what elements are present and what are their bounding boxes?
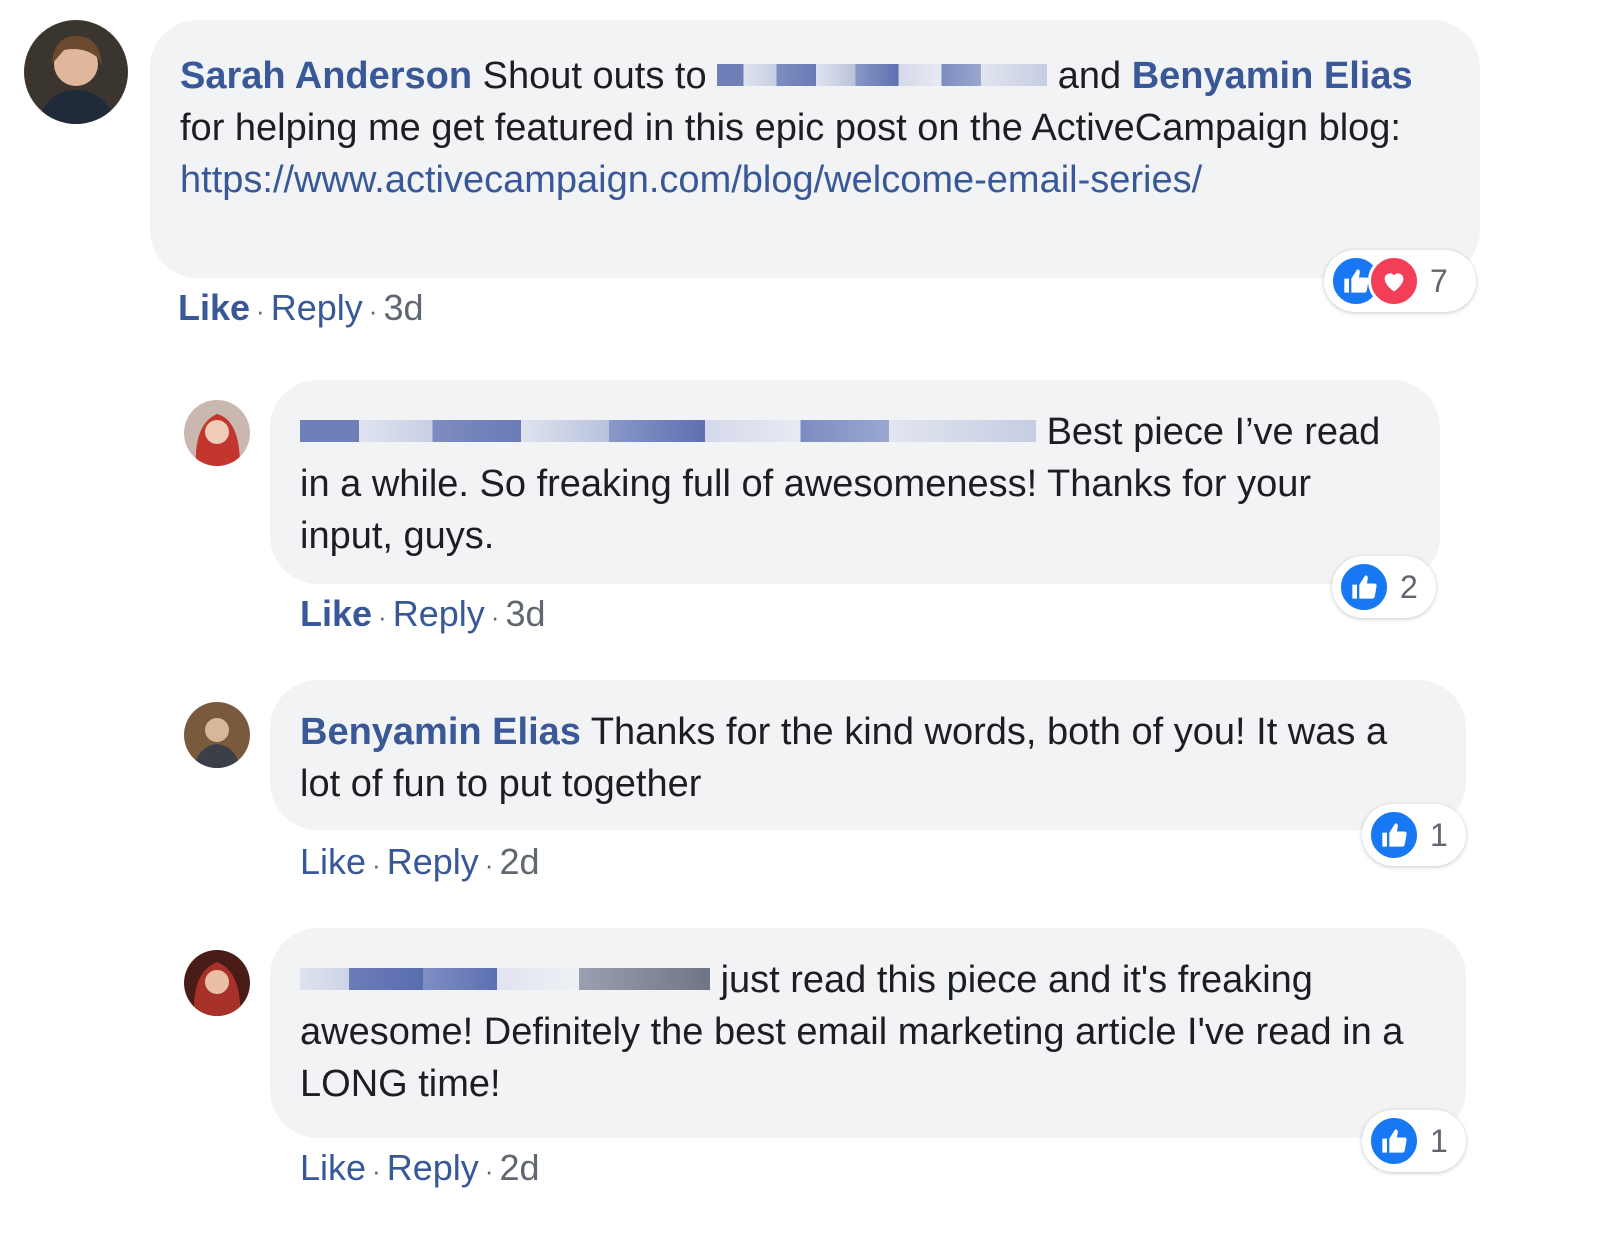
comment-author[interactable]: Sarah Anderson	[180, 55, 472, 97]
timestamp[interactable]: 2d	[499, 841, 539, 882]
comment-bubble: Sarah Anderson Shout outs to and Benyami…	[150, 20, 1480, 278]
mention-link[interactable]: Benyamin Elias	[1132, 55, 1413, 97]
reaction-count: 7	[1430, 262, 1448, 299]
comment-text: Shout outs to	[482, 55, 707, 97]
timestamp[interactable]: 3d	[383, 287, 423, 328]
comment-actions: Like · Reply · 2d	[300, 1147, 540, 1188]
reaction-count: 1	[1430, 816, 1448, 853]
love-icon	[1368, 255, 1420, 307]
reply-button[interactable]: Reply	[271, 287, 363, 328]
reactions-summary[interactable]: 7	[1324, 250, 1476, 312]
timestamp[interactable]: 2d	[499, 1147, 539, 1188]
timestamp[interactable]: 3d	[505, 593, 545, 634]
comment-bubble: just read this piece and it's freaking a…	[270, 928, 1466, 1138]
like-icon	[1368, 809, 1420, 861]
redacted-name	[717, 63, 1048, 86]
avatar[interactable]	[184, 702, 250, 768]
comment-actions: Like · Reply · 2d	[300, 841, 540, 882]
comment-actions: Like · Reply · 3d	[178, 287, 424, 328]
reply-button[interactable]: Reply	[387, 841, 479, 882]
reactions-summary[interactable]: 2	[1332, 556, 1436, 618]
like-button[interactable]: Like	[178, 287, 250, 328]
reaction-count: 2	[1400, 568, 1418, 605]
blog-link[interactable]: https://www.activecampaign.com/blog/welc…	[180, 159, 1202, 201]
like-icon	[1368, 1115, 1420, 1167]
comment-text: for helping me get featured in this epic…	[180, 107, 1401, 149]
comment-bubble: Best piece I’ve read in a while. So frea…	[270, 380, 1440, 584]
like-icon	[1338, 561, 1390, 613]
comment-text: and	[1057, 55, 1122, 97]
reactions-summary[interactable]: 1	[1362, 1110, 1466, 1172]
reactions-summary[interactable]: 1	[1362, 804, 1466, 866]
reply-button[interactable]: Reply	[387, 1147, 479, 1188]
like-button[interactable]: Like	[300, 593, 372, 634]
comment-author[interactable]: Benyamin Elias	[300, 711, 581, 753]
like-button[interactable]: Like	[300, 1147, 366, 1188]
redacted-name	[300, 419, 1036, 442]
avatar[interactable]	[184, 400, 250, 466]
reaction-count: 1	[1430, 1122, 1448, 1159]
redacted-name	[300, 967, 710, 990]
avatar[interactable]	[24, 20, 128, 124]
comment-bubble: Benyamin Elias Thanks for the kind words…	[270, 680, 1466, 830]
reply-button[interactable]: Reply	[393, 593, 485, 634]
comment-actions: Like · Reply · 3d	[300, 593, 546, 634]
like-button[interactable]: Like	[300, 841, 366, 882]
avatar[interactable]	[184, 950, 250, 1016]
